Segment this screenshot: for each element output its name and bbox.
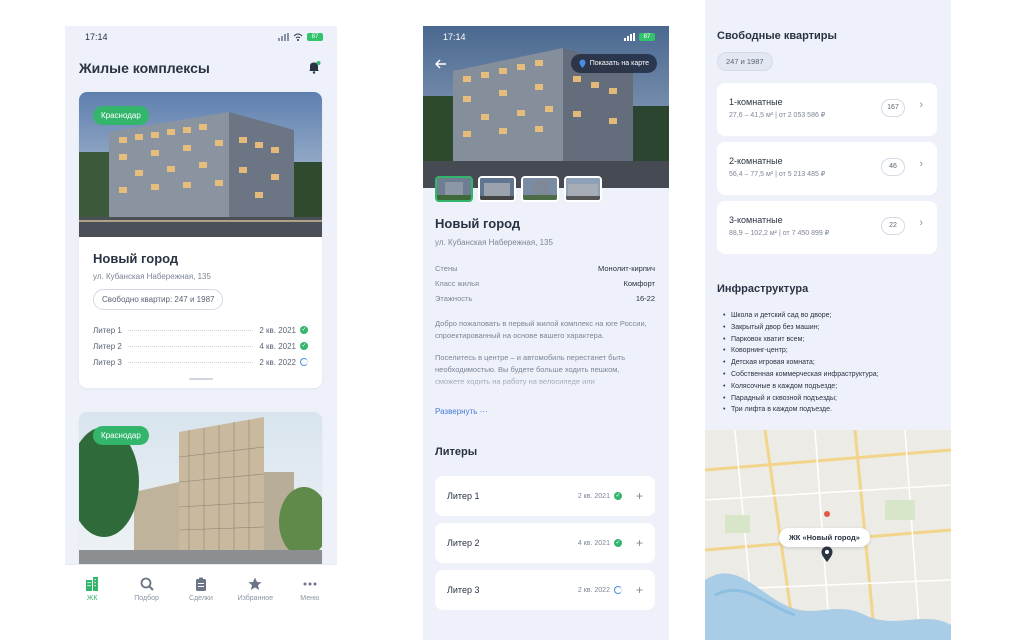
expand-link[interactable]: Развернуть ···: [435, 407, 488, 416]
liter-date: 2 кв. 2021: [259, 325, 296, 335]
section-title: Литеры: [435, 446, 478, 458]
list-item: Детская игровая комната;: [723, 359, 879, 371]
bell-icon[interactable]: [307, 60, 321, 74]
thumbnail[interactable]: [521, 176, 559, 202]
liter-name: Литер 2: [93, 341, 122, 351]
list-item: Собственная коммерческая инфраструктура;: [723, 371, 879, 383]
chevron-right-icon: ›: [919, 217, 923, 229]
tab-favorites[interactable]: Избранное: [230, 577, 280, 602]
apartment-type-card[interactable]: 2-комнатные 56,4 – 77,5 м² | от 5 213 48…: [717, 142, 937, 195]
list-item: Колясочные в каждом подъезде;: [723, 383, 879, 395]
count-badge: 22: [881, 217, 905, 235]
page-title: Жилые комплексы: [79, 60, 210, 76]
complex-name: Новый город: [93, 251, 179, 266]
progress-icon: [613, 586, 622, 594]
complex-address: ул. Кубанская Набережная, 135: [93, 272, 211, 281]
status-bar: 17:14 87: [65, 26, 337, 48]
battery-icon: 87: [639, 33, 655, 41]
photo-thumbnails: [435, 176, 602, 202]
liter-card[interactable]: Литер 3 2 кв. 2022 +: [435, 570, 655, 610]
complex-list-screen: 17:14 87 Жилые комплексы Краснодар Новый…: [65, 26, 337, 614]
list-item: Парковок хватит всем;: [723, 336, 879, 348]
apartment-type-card[interactable]: 3-комнатные 88,9 – 102,2 м² | от 7 450 8…: [717, 201, 937, 254]
section-title: Инфраструктура: [717, 283, 809, 295]
liter-date: 2 кв. 2022: [259, 357, 296, 367]
complex-address: ул. Кубанская Набережная, 135: [435, 238, 553, 247]
list-item: Закрытый двор без машин;: [723, 324, 879, 336]
complex-name: Новый город: [435, 216, 521, 231]
tab-menu[interactable]: Меню: [285, 577, 335, 602]
liter-card[interactable]: Литер 1 2 кв. 2021 ✓ +: [435, 476, 655, 516]
list-item: Три лифта в каждом подъезде.: [723, 406, 879, 418]
status-bar: 17:14 87: [423, 26, 669, 48]
complex-photo: Краснодар: [79, 412, 322, 572]
tab-search[interactable]: Подбор: [122, 577, 172, 602]
building-illustration: [423, 26, 669, 188]
progress-icon: [300, 358, 308, 366]
thumbnail[interactable]: [435, 176, 473, 202]
check-icon: ✓: [613, 539, 622, 547]
thumbnail[interactable]: [564, 176, 602, 202]
show-on-map-button[interactable]: Показать на карте: [570, 54, 657, 73]
plus-icon[interactable]: +: [636, 583, 643, 597]
status-time: 17:14: [443, 32, 466, 42]
star-icon: [248, 577, 262, 590]
signal-icon: [278, 33, 289, 41]
liter-row: Литер 3 2 кв. 2022: [93, 354, 308, 370]
tab-deals[interactable]: Сделки: [176, 577, 226, 602]
tab-bar: ЖК Подбор Сделки Избранное Меню: [65, 564, 337, 614]
liter-row: Литер 1 2 кв. 2021 ✓: [93, 322, 308, 338]
tab-complexes[interactable]: ЖК: [67, 577, 117, 602]
buildings-icon: [86, 577, 99, 591]
back-button[interactable]: [434, 56, 447, 72]
apartment-type-card[interactable]: 1-комнатные 27,6 – 41,5 м² | от 2 053 58…: [717, 83, 937, 136]
description-paragraph: Добро пожаловать в первый жилой комплекс…: [435, 319, 647, 340]
status-time: 17:14: [85, 32, 108, 42]
list-item: Коворнинг-центр;: [723, 347, 879, 359]
liter-card[interactable]: Литер 2 4 кв. 2021 ✓ +: [435, 523, 655, 563]
spec-row: Стены Монолит-кирпич: [435, 264, 655, 273]
check-icon: ✓: [613, 492, 622, 500]
liter-name: Литер 1: [93, 325, 122, 335]
map-pin-icon[interactable]: [821, 546, 833, 562]
chevron-right-icon: ›: [919, 158, 923, 170]
more-icon: [303, 582, 317, 586]
hero-photo: [423, 26, 669, 188]
plus-icon[interactable]: +: [636, 489, 643, 503]
plus-icon[interactable]: +: [636, 536, 643, 550]
liter-date: 4 кв. 2021: [259, 341, 296, 351]
card-handle: [188, 378, 213, 380]
count-badge: 46: [881, 158, 905, 176]
section-title: Свободные квартиры: [717, 30, 837, 42]
liter-name: Литер 3: [93, 357, 122, 367]
list-item: Парадный и сквозной подъезды;: [723, 395, 879, 407]
free-flats-screen: Свободные квартиры 247 и 1987 1-комнатны…: [705, 0, 951, 640]
thumbnail[interactable]: [478, 176, 516, 202]
complex-card[interactable]: Краснодар Новый город ул. Кубанская Набе…: [79, 92, 322, 388]
battery-icon: 87: [307, 33, 323, 41]
count-badge: 167: [881, 99, 905, 117]
city-badge: Краснодар: [93, 426, 149, 445]
search-icon: [140, 577, 154, 591]
map-label: ЖК «Новый город»: [779, 528, 870, 547]
infrastructure-list: Школа и детский сад во дворе; Закрытый д…: [723, 312, 879, 418]
chevron-right-icon: ›: [919, 99, 923, 111]
list-item: Школа и детский сад во дворе;: [723, 312, 879, 324]
wifi-icon: [293, 33, 303, 41]
check-icon: ✓: [300, 342, 308, 350]
clipboard-icon: [195, 577, 206, 591]
city-badge: Краснодар: [93, 106, 149, 125]
spec-row: Класс жилья Комфорт: [435, 279, 655, 288]
complex-detail-screen: 17:14 87 Показать на карте Новый город у…: [423, 26, 669, 640]
spec-row: Этажность 16-22: [435, 294, 655, 303]
liter-row: Литер 2 4 кв. 2021 ✓: [93, 338, 308, 354]
signal-icon: [624, 33, 635, 41]
map-pin-icon: [579, 59, 586, 68]
check-icon: ✓: [300, 326, 308, 334]
flats-count-pill: 247 и 1987: [717, 52, 773, 71]
complex-card[interactable]: Краснодар: [79, 412, 322, 572]
complex-photo: Краснодар: [79, 92, 322, 237]
free-flats-pill: Свободно квартир: 247 и 1987: [93, 289, 224, 310]
arrow-left-icon: [434, 59, 446, 69]
